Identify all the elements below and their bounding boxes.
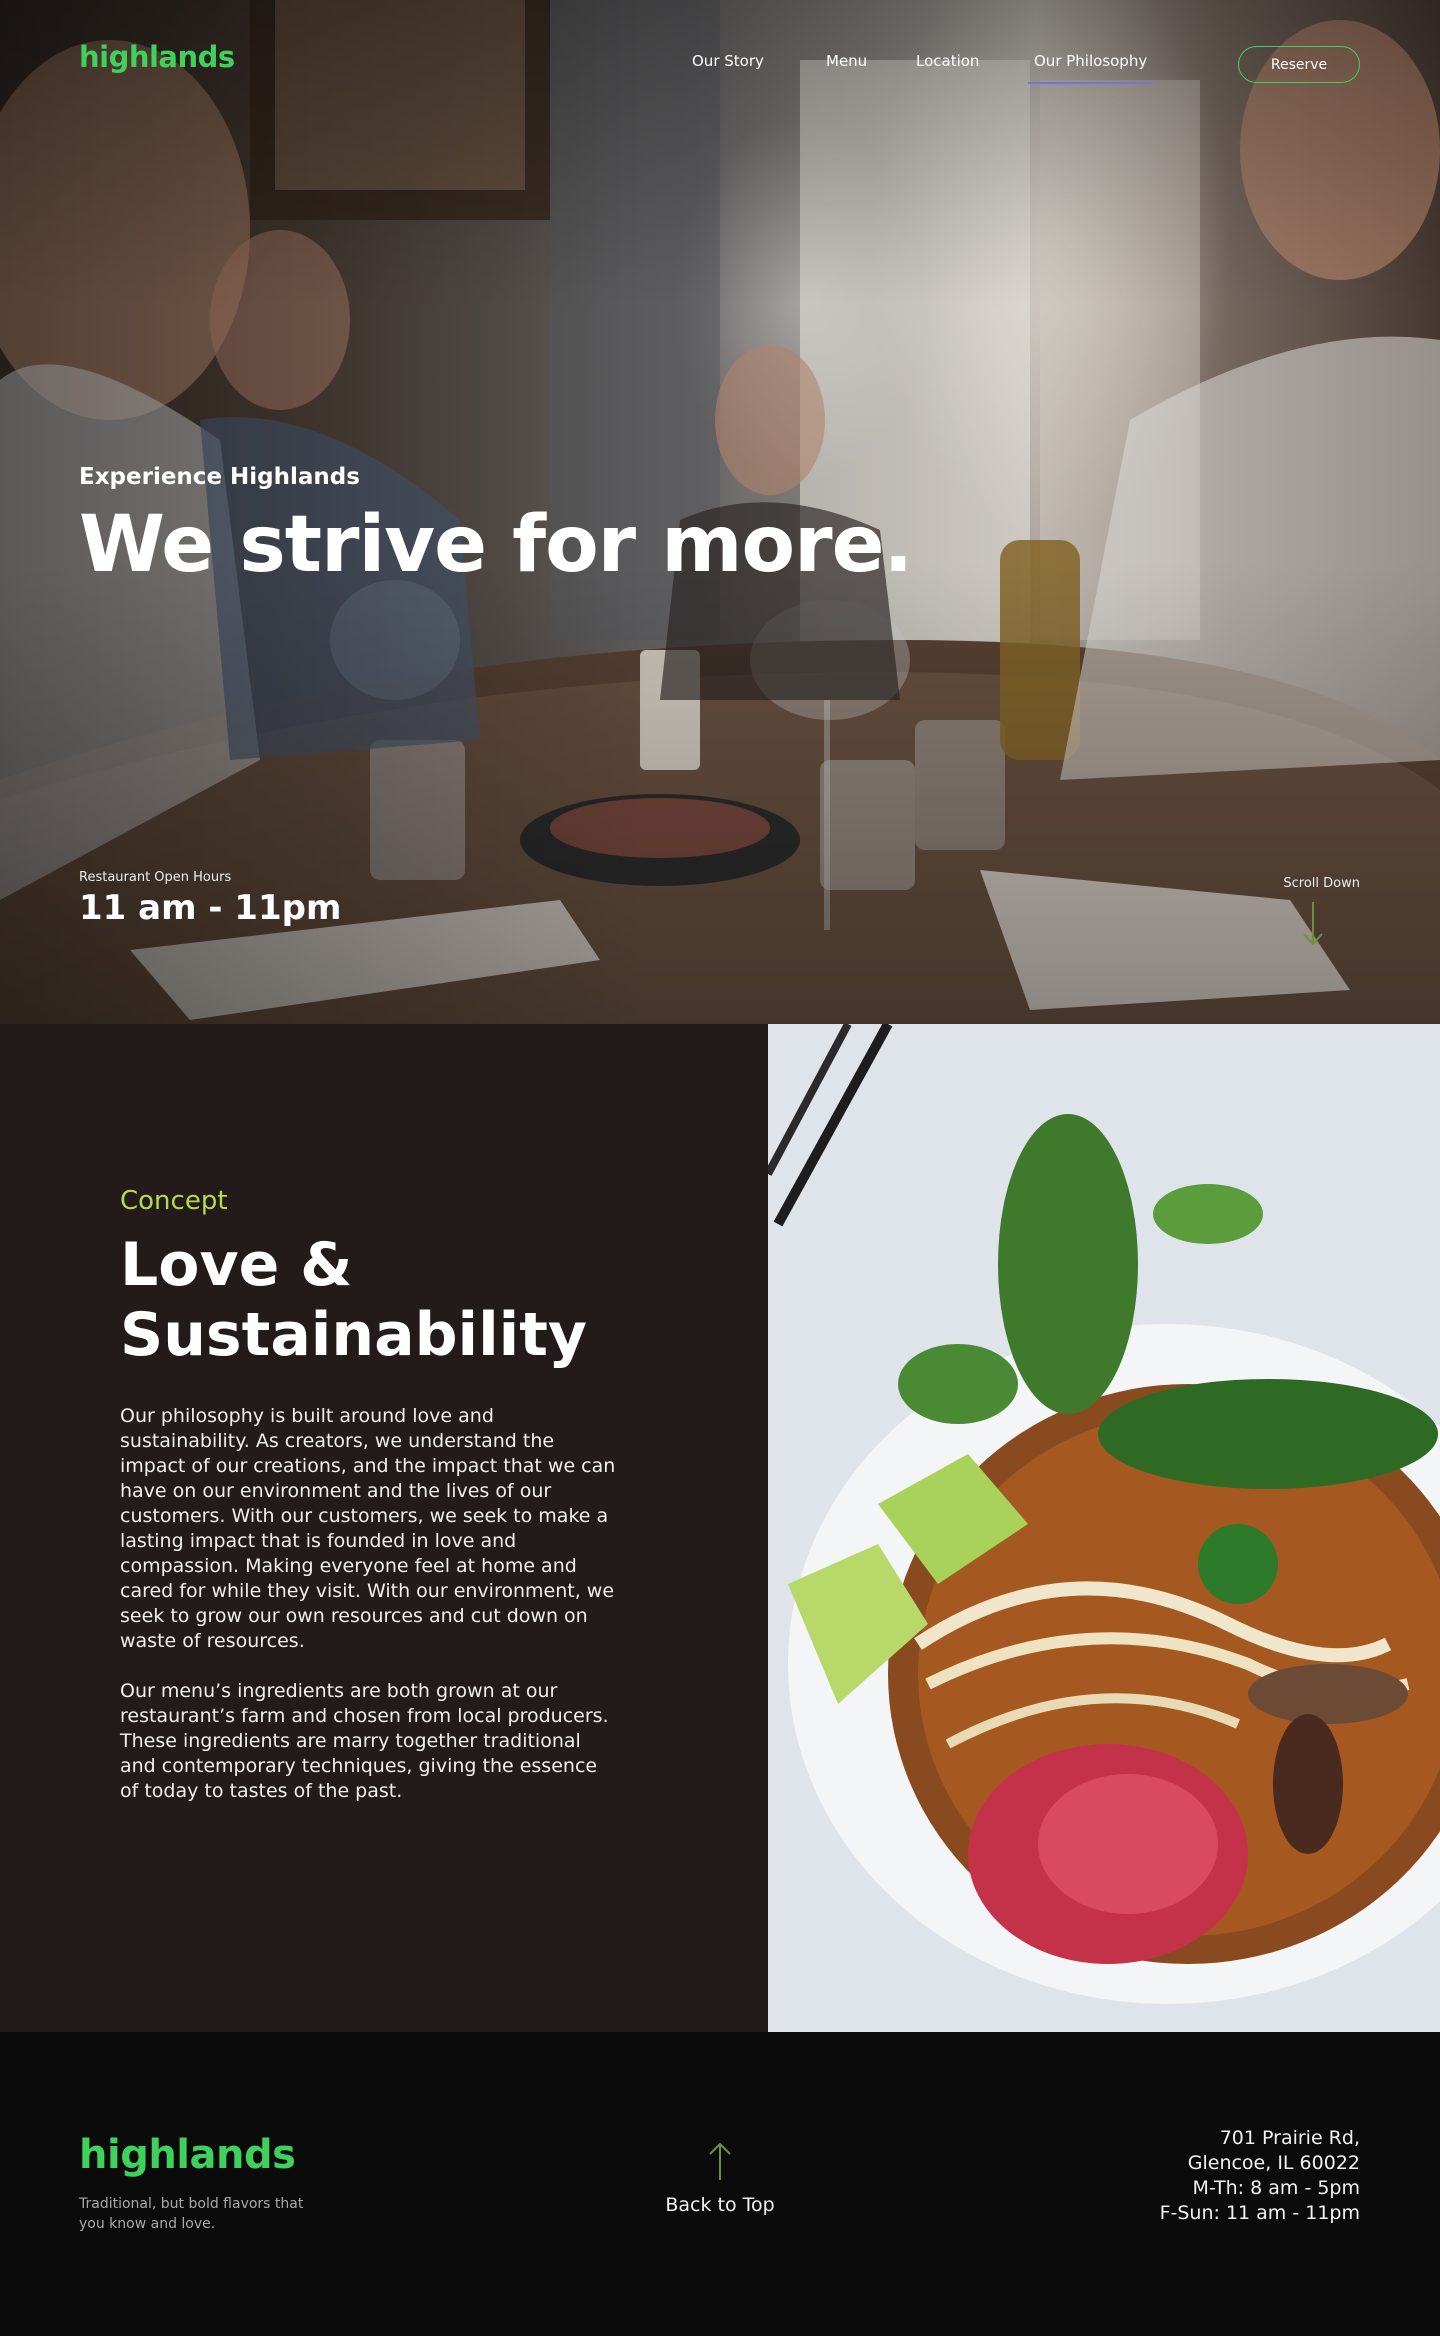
footer-logo[interactable]: highlands — [79, 2132, 296, 2178]
concept-kicker: Concept — [120, 1186, 228, 1216]
pho-dish-photo — [768, 1024, 1440, 2032]
concept-body: Our philosophy is built around love and … — [120, 1404, 620, 1804]
hero-eyebrow: Experience Highlands — [79, 464, 360, 490]
back-to-top-label[interactable]: Back to Top — [640, 2194, 800, 2216]
footer-address: 701 Prairie Rd, Glencoe, IL 60022 M-Th: … — [1060, 2126, 1360, 2226]
footer: highlands Traditional, but bold flavors … — [0, 2032, 1440, 2336]
hours-line: F-Sun: 11 am - 11pm — [1159, 2202, 1360, 2224]
open-hours-label: Restaurant Open Hours — [79, 870, 232, 885]
concept-paragraph: Our philosophy is built around love and … — [120, 1405, 616, 1652]
address-line: 701 Prairie Rd, — [1219, 2127, 1360, 2149]
hours-line: M-Th: 8 am - 5pm — [1192, 2177, 1360, 2199]
open-hours: 11 am - 11pm — [79, 888, 342, 928]
hero-section: highlands Our Story Menu Location Our Ph… — [0, 0, 1440, 1024]
hero-headline: We strive for more. — [79, 500, 913, 590]
main-nav: Our Story Menu Location Our Philosophy — [0, 52, 1440, 84]
nav-our-story[interactable]: Our Story — [692, 52, 764, 70]
nav-menu[interactable]: Menu — [826, 52, 867, 70]
footer-tagline: Traditional, but bold flavors that you k… — [79, 2196, 304, 2232]
concept-section: Concept Love & Sustainability Our philos… — [0, 1024, 768, 2032]
arrow-up-icon[interactable] — [708, 2142, 732, 2182]
address-line: Glencoe, IL 60022 — [1187, 2152, 1360, 2174]
arrow-down-icon[interactable] — [1302, 900, 1324, 948]
back-to-top-button[interactable]: Back to Top — [640, 2142, 800, 2222]
concept-paragraph: Our menu’s ingredients are both grown at… — [120, 1680, 609, 1802]
reserve-button[interactable]: Reserve — [1238, 46, 1360, 83]
scroll-down-label[interactable]: Scroll Down — [1240, 876, 1360, 891]
nav-location[interactable]: Location — [916, 52, 979, 70]
nav-our-philosophy[interactable]: Our Philosophy — [1027, 52, 1154, 84]
concept-title: Love & Sustainability — [120, 1230, 588, 1370]
